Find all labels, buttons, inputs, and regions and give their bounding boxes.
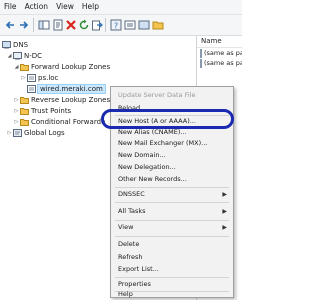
menu-separator [115, 236, 229, 237]
record-icon [200, 48, 202, 58]
folder-icon [20, 63, 29, 71]
submenu-arrow-icon: ▶ [222, 191, 227, 198]
expand-arrow-icon[interactable]: ▷ [13, 108, 20, 114]
collapse-arrow-icon[interactable]: ◢ [6, 53, 13, 59]
export-icon[interactable] [90, 18, 103, 31]
zone-icon[interactable] [137, 18, 150, 31]
tree-node-reverse-zones[interactable]: ▷ Reverse Lookup Zones [13, 95, 110, 105]
menu-bar: File Action View Help [0, 0, 242, 15]
folder-icon[interactable] [151, 18, 164, 31]
collapse-arrow-icon[interactable]: ◢ [13, 64, 20, 70]
record-icon[interactable] [123, 18, 136, 31]
folder-icon [20, 118, 29, 126]
tree-node-global-logs[interactable]: ▷ Global Logs [6, 128, 65, 138]
tree-node-zone-wired-meraki[interactable]: wired.meraki.com [20, 84, 106, 94]
tree-node-trust-points[interactable]: ▷ Trust Points [13, 106, 71, 116]
tree-node-dns[interactable]: DNS [2, 40, 28, 50]
expand-arrow-icon[interactable]: ▷ [13, 119, 20, 125]
menu-item-new-mail-exchanger[interactable]: New Mail Exchanger (MX)... [118, 138, 207, 149]
expand-arrow-icon[interactable]: ▷ [13, 97, 20, 103]
toolbar: ? [0, 15, 242, 36]
menu-item-export-list[interactable]: Export List... [118, 264, 159, 275]
menu-file[interactable]: File [0, 0, 21, 14]
zone-icon [27, 85, 36, 93]
delete-icon[interactable] [64, 18, 77, 31]
column-header-name[interactable]: Name [197, 36, 242, 48]
tree-node-forward-zones[interactable]: ◢ Forward Lookup Zones [13, 62, 110, 72]
highlight-ring [101, 109, 234, 129]
refresh-icon[interactable] [77, 18, 90, 31]
submenu-arrow-icon: ▶ [222, 224, 227, 231]
menu-item-view[interactable]: View [118, 222, 133, 233]
menu-item-dnssec[interactable]: DNSSEC [118, 189, 145, 200]
console-tree-icon[interactable] [37, 18, 50, 31]
menu-item-other-new-records[interactable]: Other New Records... [118, 174, 187, 185]
properties-icon[interactable] [51, 18, 64, 31]
menu-item-refresh[interactable]: Refresh [118, 252, 143, 263]
record-icon [200, 58, 202, 68]
menu-item-new-domain[interactable]: New Domain... [118, 150, 166, 161]
menu-item-properties[interactable]: Properties [118, 279, 151, 290]
menu-separator [115, 277, 229, 278]
menu-help[interactable]: Help [78, 0, 103, 14]
menu-item-update-server-data-file[interactable]: Update Server Data File [118, 90, 195, 101]
menu-item-delete[interactable]: Delete [118, 239, 139, 250]
menu-separator [115, 202, 229, 203]
menu-item-new-delegation[interactable]: New Delegation... [118, 162, 176, 173]
toolbar-separator [33, 18, 34, 32]
help-icon[interactable]: ? [109, 18, 122, 31]
toolbar-separator [105, 18, 106, 32]
list-item[interactable]: (same as pa [197, 58, 242, 68]
menu-view[interactable]: View [52, 0, 78, 14]
dns-icon [2, 41, 11, 49]
menu-item-all-tasks[interactable]: All Tasks [118, 206, 146, 217]
tree-node-conditional-forwarders[interactable]: ▷ Conditional Forwarde [13, 117, 105, 127]
svg-text:?: ? [113, 21, 117, 30]
expand-arrow-icon[interactable]: ▷ [6, 130, 13, 136]
tree-node-zone-ps-loc[interactable]: ▷ ps.loc [20, 73, 58, 83]
back-arrow-icon[interactable] [3, 18, 16, 31]
menu-action[interactable]: Action [21, 0, 53, 14]
zone-icon [27, 74, 36, 82]
forward-arrow-icon[interactable] [17, 18, 30, 31]
submenu-arrow-icon: ▶ [222, 208, 227, 215]
server-icon [13, 52, 22, 60]
tree-node-server[interactable]: ◢ N-DC [6, 51, 42, 61]
menu-separator [115, 220, 229, 221]
menu-item-help[interactable]: Help [118, 291, 133, 298]
menu-separator [115, 187, 229, 188]
logs-icon [13, 129, 22, 137]
expand-arrow-icon[interactable]: ▷ [20, 75, 27, 81]
list-item[interactable]: (same as pa [197, 48, 242, 58]
folder-icon [20, 107, 29, 115]
folder-icon [20, 96, 29, 104]
